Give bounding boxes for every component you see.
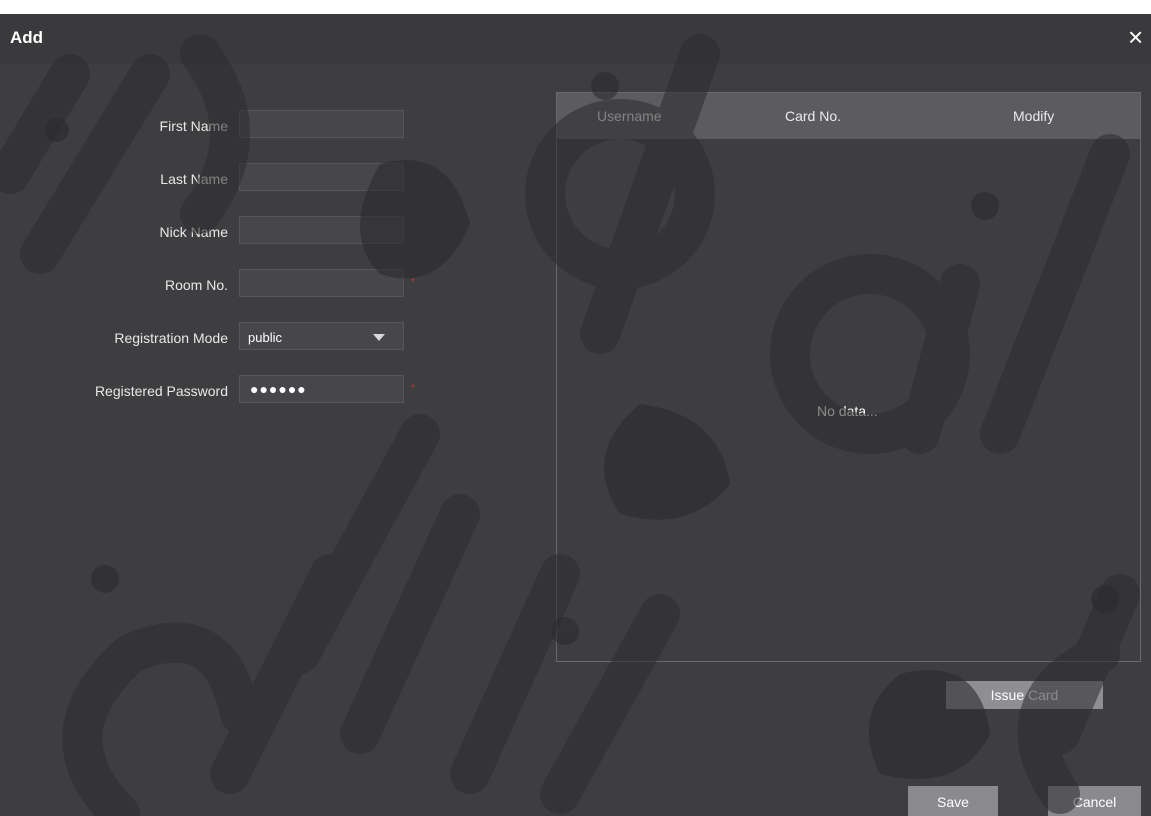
add-dialog: Add × First Name Last Name Nick Name Roo… [0,14,1151,816]
room-no-label: Room No. [164,277,228,293]
last-name-row: Last Name [0,163,440,195]
last-name-label: Last Name [160,171,228,187]
close-icon[interactable]: × [1128,24,1151,52]
chevron-down-icon [373,334,385,341]
dialog-titlebar: Add × [0,14,1151,64]
registered-password-row: Registered Password ●●●●●● * [0,375,440,407]
registered-password-label: Registered Password [94,383,228,399]
registration-mode-row: Registration Mode public [0,322,440,354]
user-card-table: Username Card No. Modify No data... [556,92,1141,662]
required-marker: * [411,383,415,394]
nick-name-label: Nick Name [159,224,228,240]
nick-name-row: Nick Name [0,216,440,248]
save-button[interactable]: Save [908,786,998,816]
registered-password-input[interactable]: ●●●●●● [239,375,404,403]
column-header-username: Username [597,108,662,124]
last-name-input[interactable] [239,163,404,191]
column-header-card-no: Card No. [785,108,842,124]
column-header-modify: Modify [1013,108,1055,124]
required-marker: * [411,277,415,288]
room-no-row: Room No. * [0,269,440,301]
registration-mode-label: Registration Mode [114,330,228,346]
registration-mode-value: public [248,330,282,345]
first-name-input[interactable] [239,110,404,138]
room-no-input[interactable] [239,269,404,297]
empty-table-message: No data... [817,403,878,419]
issue-card-button[interactable]: Issue Card [946,681,1103,709]
cancel-button[interactable]: Cancel [1048,786,1141,816]
registration-mode-select[interactable]: public [239,322,404,350]
nick-name-input[interactable] [239,216,404,244]
dialog-title: Add [10,28,44,47]
password-mask: ●●●●●● [250,381,307,397]
first-name-label: First Name [159,118,228,134]
first-name-row: First Name [0,110,440,142]
table-header: Username Card No. Modify [557,93,1140,139]
